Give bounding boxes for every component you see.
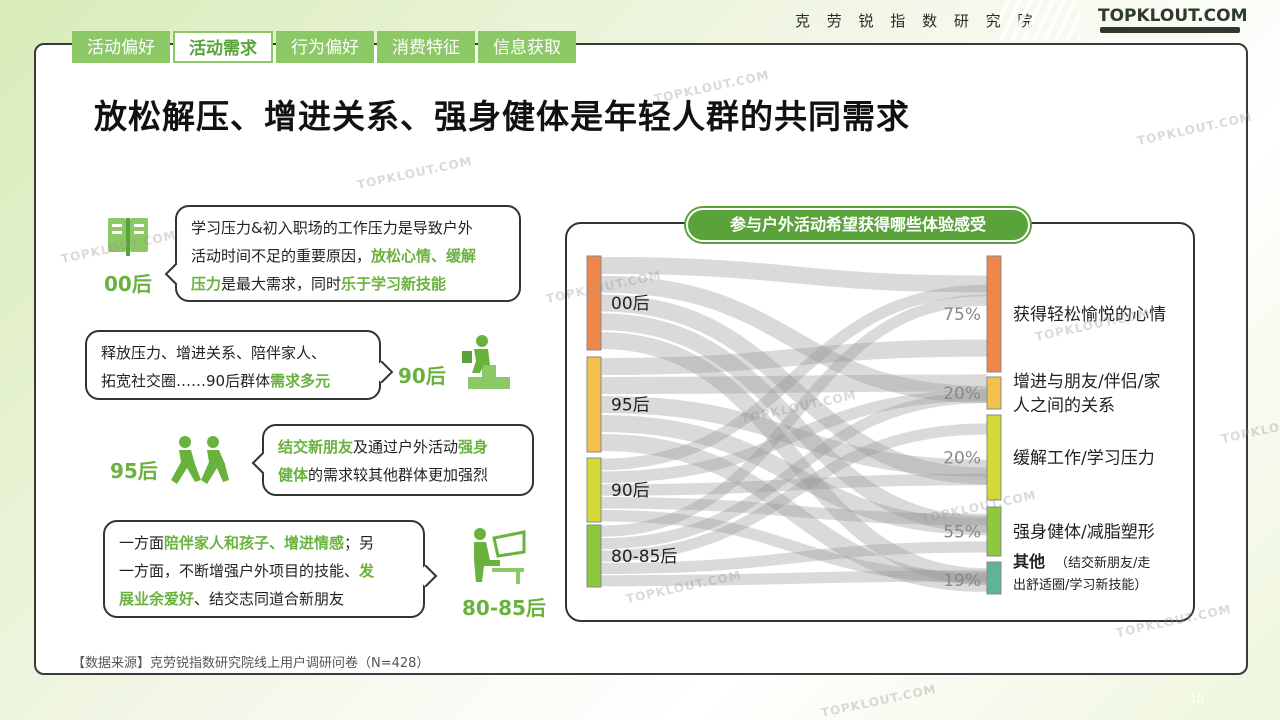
target-label-main: 其他 — [1013, 552, 1045, 571]
highlight: 展业余爱好 — [119, 590, 195, 608]
data-source: 【数据来源】克劳锐指数研究院线上用户调研问卷（N=428） — [72, 656, 430, 671]
decorative-stripes — [1000, 0, 1080, 40]
source-bar — [586, 457, 602, 523]
target-label: 缓解工作/学习压力 — [1013, 449, 1155, 469]
bubble-80: 一方面陪伴家人和孩子、增进情感；另 一方面，不断增强户外项目的技能、发 展业余爱… — [103, 520, 425, 618]
target-value-label: 55% — [943, 523, 981, 543]
highlight: 需求多元 — [270, 372, 331, 390]
brand-logo-bar — [1100, 27, 1240, 33]
source-bar — [586, 356, 602, 453]
sankey-flow — [600, 570, 988, 587]
highlight: 陪伴家人和孩子、增进情感 — [164, 534, 345, 552]
watermark: TOPKLOUT.COM — [819, 681, 938, 720]
desk-worker-icon — [474, 528, 526, 584]
text: 及通过户外活动 — [353, 438, 459, 456]
source-bar — [586, 255, 602, 351]
text: 学习压力&初入职场的工作压力是导致户外 — [191, 219, 473, 237]
highlight: 强身 — [458, 438, 489, 456]
age-label-00: 00后 — [104, 272, 152, 296]
text: 的需求较其他群体更加强烈 — [308, 466, 489, 484]
target-bar — [986, 414, 1002, 501]
source-label: 80-85后 — [611, 547, 677, 567]
highlight: 乐于学习新技能 — [341, 275, 447, 293]
target-bar — [986, 255, 1002, 373]
age-label-95: 95后 — [110, 459, 158, 483]
text: 活动时间不足的重要原因， — [191, 247, 372, 265]
text: 是最大需求，同时 — [221, 275, 342, 293]
source-bar — [586, 524, 602, 588]
source-label: 95后 — [611, 396, 650, 416]
highlight: 放松心情、缓解 — [371, 247, 477, 265]
text: 、结交志同道合新朋友 — [194, 590, 345, 608]
target-value-label: 19% — [943, 571, 981, 591]
stair-climber-icon — [452, 335, 510, 389]
target-label: 人之间的关系 — [1013, 396, 1115, 416]
age-label-80: 80-85后 — [462, 596, 546, 620]
text: 一方面 — [119, 534, 165, 552]
target-value-label: 20% — [943, 384, 981, 404]
text: 拓宽社交圈……90后群体 — [101, 372, 271, 390]
bubble-90: 释放压力、增进关系、陪伴家人、 拓宽社交圈……90后群体需求多元 — [85, 330, 381, 400]
highlight: 健体 — [278, 466, 309, 484]
highlight: 发 — [359, 562, 375, 580]
text: ；另 — [344, 534, 375, 552]
highlight: 压力 — [191, 275, 222, 293]
highlight: 结交新朋友 — [278, 438, 354, 456]
target-value-label: 75% — [943, 305, 981, 325]
target-label-note: 出舒适圈/学习新技能） — [1013, 577, 1147, 593]
brand-logo: TOPKLOUT.COM — [1098, 6, 1248, 26]
tab-activity-needs[interactable]: 活动需求 — [173, 31, 273, 63]
source-label: 00后 — [611, 294, 650, 314]
target-label: 增进与朋友/伴侣/家 — [1013, 372, 1160, 392]
target-label: 强身健体/减脂塑形 — [1013, 523, 1155, 543]
chart-title: 参与户外活动希望获得哪些体验感受 — [686, 208, 1030, 242]
target-label-note: （结交新朋友/走 — [1055, 555, 1150, 571]
page-title: 放松解压、增进关系、强身健体是年轻人群的共同需求 — [94, 97, 910, 136]
bubble-95: 结交新朋友及通过户外活动强身 健体的需求较其他群体更加强烈 — [262, 424, 534, 496]
text: 一方面，不断增强户外项目的技能、 — [119, 562, 360, 580]
runners-icon — [171, 436, 229, 484]
bubble-00: 学习压力&初入职场的工作压力是导致户外 活动时间不足的重要原因，放松心情、缓解 … — [175, 205, 521, 302]
tab-activity-preference[interactable]: 活动偏好 — [72, 31, 170, 63]
tab-bar: 活动偏好 活动需求 行为偏好 消费特征 信息获取 — [72, 31, 579, 65]
tab-information[interactable]: 信息获取 — [478, 31, 576, 63]
source-label: 90后 — [611, 481, 650, 501]
page-number: 10 — [1190, 692, 1204, 705]
target-bar — [986, 506, 1002, 557]
text: 释放压力、增进关系、陪伴家人、 — [101, 344, 327, 362]
tab-behavior-preference[interactable]: 行为偏好 — [276, 31, 374, 63]
age-label-90: 90后 — [398, 364, 446, 388]
tab-consumption[interactable]: 消费特征 — [377, 31, 475, 63]
target-bar — [986, 376, 1002, 410]
target-value-label: 20% — [943, 449, 981, 469]
target-bar — [986, 561, 1002, 595]
